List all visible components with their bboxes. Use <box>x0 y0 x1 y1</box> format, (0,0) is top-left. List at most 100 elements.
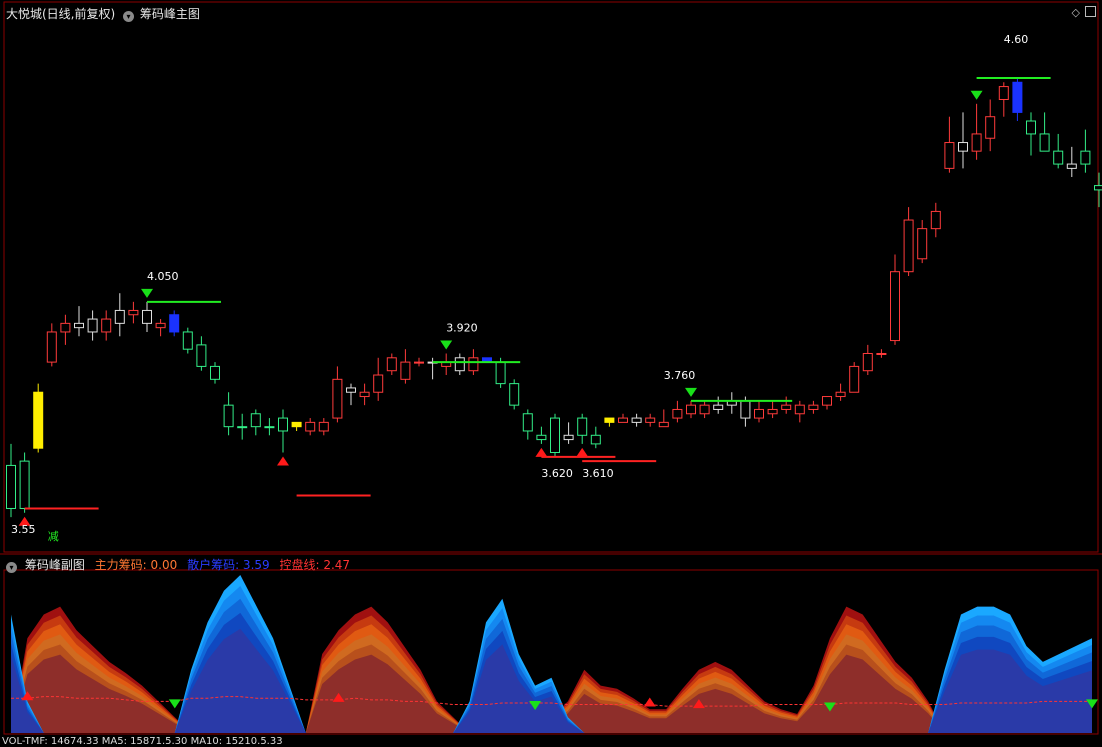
candle-body <box>496 362 505 384</box>
sell-signal-marker <box>685 388 697 397</box>
price-annotation: 3.620 <box>541 467 573 480</box>
price-annotation: 3.760 <box>664 369 696 382</box>
candle-body <box>999 87 1008 100</box>
candle-body <box>401 362 410 379</box>
candle-body <box>143 310 152 323</box>
candle-body <box>319 422 328 431</box>
candle-body <box>659 422 668 426</box>
dropdown-chevron-icon[interactable]: ▾ <box>123 11 134 22</box>
sub-sell-marker <box>169 699 181 708</box>
candle-body <box>863 353 872 370</box>
buy-signal-marker <box>277 457 289 466</box>
candles <box>7 78 1102 517</box>
candle-body <box>129 310 138 314</box>
price-annotation: 3.610 <box>582 467 614 480</box>
candle-body <box>537 435 546 439</box>
candle-body <box>1027 121 1036 134</box>
candle-body <box>20 461 29 508</box>
candle-body <box>387 358 396 371</box>
candle-body <box>1013 82 1022 112</box>
candle-body <box>88 319 97 332</box>
price-annotation: 3.920 <box>446 321 478 334</box>
sub-chart-header: ▾ 筹码峰副图 主力筹码: 0.00 散户筹码: 3.59 控盘线: 2.47 <box>6 556 350 573</box>
candle-body <box>469 358 478 371</box>
candle-body <box>211 366 220 379</box>
candle-body <box>1081 151 1090 164</box>
candle-body <box>34 392 43 448</box>
candle-body <box>605 418 614 422</box>
candle-body <box>782 405 791 409</box>
candle-body <box>619 418 628 422</box>
candle-body <box>47 332 56 362</box>
sell-signal-marker <box>141 289 153 298</box>
candle-body <box>700 405 709 414</box>
main-chart-header: 大悦城(日线,前复权) ▾ 筹码峰主图 <box>6 5 200 22</box>
candle-body <box>306 422 315 431</box>
candle-body <box>523 414 532 431</box>
sell-signal-marker <box>971 91 983 100</box>
candle-body <box>156 323 165 327</box>
candle-body <box>551 418 560 452</box>
candle-body <box>1095 186 1102 190</box>
maximize-icon[interactable] <box>1085 6 1096 17</box>
price-annotation: 减 <box>48 530 59 543</box>
candle-body <box>170 315 179 332</box>
candle-body <box>455 358 464 371</box>
candle-body <box>510 384 519 406</box>
candle-body <box>374 375 383 392</box>
candle-body <box>7 465 16 508</box>
candle-body <box>1040 134 1049 151</box>
candle-body <box>823 397 832 406</box>
candle-body <box>931 211 940 228</box>
candle-body <box>972 134 981 151</box>
candle-body <box>986 117 995 139</box>
chart-stage: 4.0503.9203.7604.603.553.6203.610减 <box>0 0 1102 744</box>
sub-buy-marker <box>644 698 656 707</box>
candle-body <box>265 427 274 428</box>
candle-body <box>251 414 260 427</box>
candle-body <box>836 392 845 396</box>
candle-body <box>360 392 369 396</box>
buy-signal-marker <box>576 448 588 457</box>
candle-body <box>591 435 600 444</box>
candle-body <box>959 143 968 152</box>
candle-body <box>333 379 342 418</box>
candle-body <box>891 272 900 341</box>
price-annotation: 4.60 <box>1004 33 1029 46</box>
candle-body <box>564 435 573 439</box>
candle-body <box>75 323 84 327</box>
candle-body <box>945 143 954 169</box>
candle-body <box>1054 151 1063 164</box>
legend-main-force: 主力筹码: 0.00 <box>95 558 178 572</box>
diamond-icon[interactable]: ◇ <box>1072 6 1080 19</box>
candle-body <box>238 427 247 428</box>
candle-body <box>877 353 886 354</box>
candle-body <box>714 405 723 409</box>
candle-body <box>115 310 124 323</box>
legend-retail: 散户筹码: 3.59 <box>187 558 270 572</box>
candle-body <box>224 405 233 427</box>
candle-body <box>197 345 206 367</box>
candle-body <box>61 323 70 332</box>
candle-body <box>646 418 655 422</box>
legend-control-line: 控盘线: 2.47 <box>279 558 350 572</box>
sub-indicator-name[interactable]: 筹码峰副图 <box>25 558 85 572</box>
candle-body <box>687 405 696 414</box>
candle-body <box>279 418 288 431</box>
candle-body <box>918 229 927 259</box>
stock-title: 大悦城(日线,前复权) <box>6 7 115 21</box>
candle-body <box>292 422 301 426</box>
candle-body <box>741 401 750 418</box>
sell-signal-marker <box>440 340 452 349</box>
candle-body <box>183 332 192 349</box>
candle-body <box>850 366 859 392</box>
candle-body <box>632 418 641 422</box>
candle-body <box>904 220 913 272</box>
price-annotation: 4.050 <box>147 270 179 283</box>
main-indicator-name[interactable]: 筹码峰主图 <box>140 7 200 21</box>
candle-body <box>809 405 818 409</box>
candle-body <box>415 362 424 363</box>
candle-body <box>1067 164 1076 168</box>
candle-body <box>102 319 111 332</box>
dropdown-chevron-icon[interactable]: ▾ <box>6 562 17 573</box>
